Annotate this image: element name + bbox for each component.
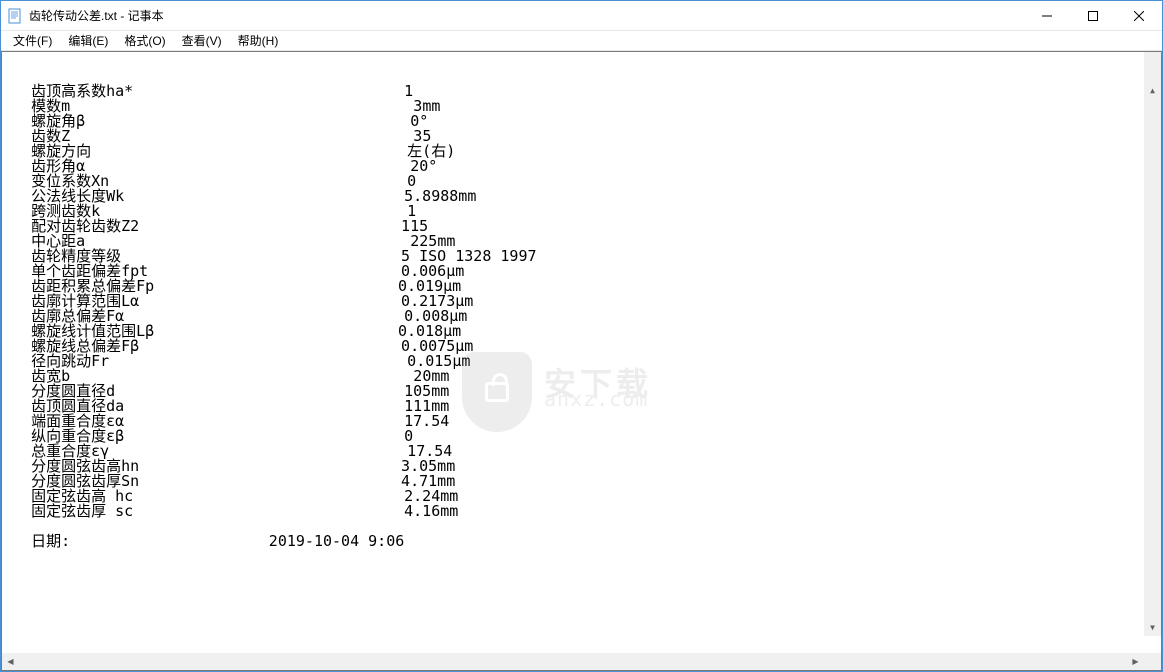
menu-format[interactable]: 格式(O) [116, 30, 173, 51]
scroll-track[interactable] [19, 653, 1127, 670]
menu-bar: 文件(F) 编辑(E) 格式(O) 查看(V) 帮助(H) [1, 31, 1162, 51]
content-wrapper: 齿顶高系数ha* 1 模数m 3mm 螺旋角β 0° 齿数Z 35 螺旋方向 [1, 51, 1162, 671]
title-bar: 齿轮传动公差.txt - 记事本 [1, 1, 1162, 31]
scroll-left-arrow[interactable]: ◀ [2, 653, 19, 670]
menu-edit[interactable]: 编辑(E) [60, 30, 116, 51]
minimize-button[interactable] [1024, 1, 1070, 30]
text-area[interactable]: 齿顶高系数ha* 1 模数m 3mm 螺旋角β 0° 齿数Z 35 螺旋方向 [2, 52, 1161, 653]
horizontal-scrollbar[interactable]: ◀ ▶ [2, 653, 1161, 670]
menu-help[interactable]: 帮助(H) [230, 30, 287, 51]
scroll-right-arrow[interactable]: ▶ [1127, 653, 1144, 670]
notepad-icon [7, 8, 23, 24]
vertical-scrollbar[interactable]: ▲ ▼ [1144, 52, 1161, 636]
window-title: 齿轮传动公差.txt - 记事本 [29, 7, 1024, 24]
scroll-down-arrow[interactable]: ▼ [1144, 619, 1161, 636]
menu-view[interactable]: 查看(V) [174, 30, 230, 51]
scroll-up-arrow[interactable]: ▲ [1144, 82, 1161, 99]
close-button[interactable] [1116, 1, 1162, 30]
menu-file[interactable]: 文件(F) [5, 30, 60, 51]
scroll-corner [1144, 653, 1161, 670]
document-text[interactable]: 齿顶高系数ha* 1 模数m 3mm 螺旋角β 0° 齿数Z 35 螺旋方向 [4, 54, 1159, 549]
window-controls [1024, 1, 1162, 30]
maximize-button[interactable] [1070, 1, 1116, 30]
